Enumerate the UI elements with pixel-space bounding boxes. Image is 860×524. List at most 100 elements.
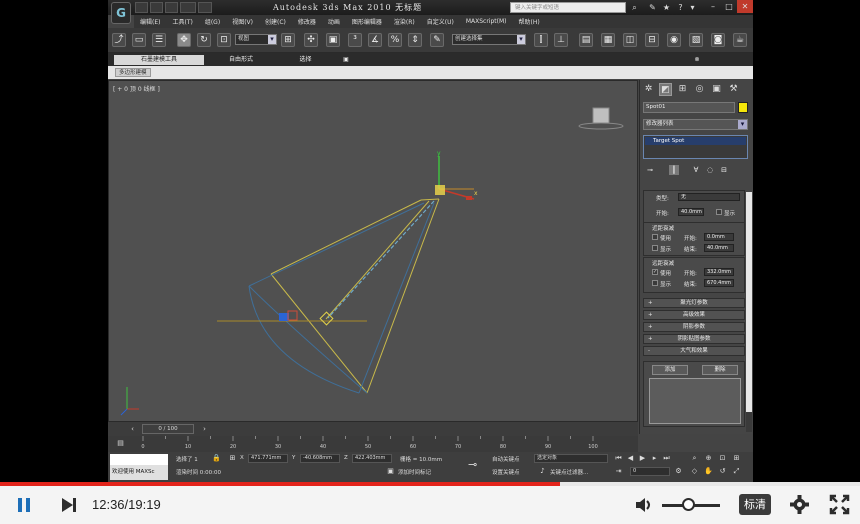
select-object-icon[interactable]: ▭: [132, 33, 146, 47]
object-name-field[interactable]: Spot01: [643, 102, 735, 113]
tab-object-paint[interactable]: ▣: [336, 55, 356, 65]
render-production-icon[interactable]: ☕: [733, 33, 747, 47]
near-use-checkbox[interactable]: [652, 234, 658, 240]
new-file-icon[interactable]: [135, 2, 148, 13]
menu-rendering[interactable]: 渲染(R): [388, 17, 421, 26]
menu-edit[interactable]: 编辑(E): [134, 17, 166, 26]
far-use-checkbox[interactable]: ✓: [652, 269, 658, 275]
tab-freeform[interactable]: 自由形式: [206, 55, 276, 65]
set-key-icon[interactable]: ⊸: [468, 459, 477, 470]
orbit-icon[interactable]: ↺: [718, 467, 727, 476]
minimize-icon[interactable]: –: [705, 0, 721, 13]
layer-manager-icon[interactable]: ▤: [579, 33, 593, 47]
create-tab-icon[interactable]: ✲: [642, 83, 655, 96]
reference-coord-dropdown[interactable]: 视图: [235, 34, 277, 45]
manipulate-icon[interactable]: ✣: [304, 33, 318, 47]
key-mode-icon[interactable]: ⇥: [614, 467, 623, 476]
search-input[interactable]: 键入关键字或短语: [510, 2, 626, 13]
key-filters-button[interactable]: 关键点过滤器...: [550, 468, 588, 476]
menu-animation[interactable]: 动画: [322, 17, 346, 26]
auto-key-button[interactable]: 自动关键点: [492, 455, 520, 463]
snap-toggle-icon[interactable]: ³: [348, 33, 362, 47]
modify-tab-icon[interactable]: ◩: [659, 83, 672, 96]
angle-snap-icon[interactable]: ∡: [368, 33, 382, 47]
percent-snap-icon[interactable]: %: [388, 33, 402, 47]
field-of-view-icon[interactable]: ◇: [690, 467, 699, 476]
scrollbar-thumb[interactable]: [746, 192, 752, 412]
zoom-extents-icon[interactable]: ⊡: [718, 454, 727, 463]
mini-curve-editor-icon[interactable]: ▤: [116, 439, 125, 448]
hierarchy-tab-icon[interactable]: ⊞: [676, 83, 689, 96]
zoom-extents-all-icon[interactable]: ⊞: [732, 454, 741, 463]
settings-gear-icon[interactable]: [789, 494, 810, 515]
current-frame-field[interactable]: 0: [630, 467, 670, 476]
make-unique-icon[interactable]: ∀: [691, 165, 701, 175]
utilities-tab-icon[interactable]: ⚒: [727, 83, 740, 96]
go-to-end-icon[interactable]: ⏭: [662, 454, 671, 463]
rendered-frame-icon[interactable]: ◙: [711, 33, 725, 47]
rollout-shadow-params[interactable]: + 阴影参数: [643, 322, 745, 332]
x-coordinate-field[interactable]: 471.771mm: [248, 454, 288, 463]
far-start-spinner[interactable]: 332.0mm: [704, 268, 734, 276]
polygon-modeling-button[interactable]: 多边形建模: [115, 68, 151, 77]
quality-button[interactable]: 标清: [739, 494, 771, 515]
next-frame-arrow-icon[interactable]: ›: [200, 425, 209, 434]
remove-modifier-icon[interactable]: ◌: [705, 165, 715, 175]
set-key-button[interactable]: 设置关键点: [492, 468, 520, 476]
select-link-icon[interactable]: ⤴: [112, 33, 126, 47]
show-checkbox[interactable]: [716, 209, 722, 215]
key-filters-icon[interactable]: ♪: [538, 467, 547, 476]
volume-knob[interactable]: [682, 498, 696, 511]
time-slider-thumb[interactable]: 0 / 100: [142, 424, 194, 434]
modifier-list-dropdown[interactable]: 修改器列表: [643, 119, 748, 130]
help-icon[interactable]: ?: [676, 3, 685, 12]
viewport-label[interactable]: [ + 0 顶 0 线框 ]: [113, 84, 160, 93]
near-show-checkbox[interactable]: [652, 245, 658, 251]
delete-effect-button[interactable]: 删除: [702, 365, 738, 375]
pin-stack-icon[interactable]: ⊸: [645, 165, 655, 175]
tab-selection[interactable]: 选择: [278, 55, 333, 65]
key-selection-dropdown[interactable]: 选定对象: [534, 454, 608, 463]
previous-frame-icon[interactable]: ◀: [626, 454, 635, 463]
select-by-name-icon[interactable]: ☰: [152, 33, 166, 47]
effects-list[interactable]: [649, 378, 741, 424]
search-icon[interactable]: ⌕: [630, 3, 639, 12]
select-scale-icon[interactable]: ⊡: [217, 33, 231, 47]
viewcube[interactable]: [578, 107, 624, 130]
stack-item-target-spot[interactable]: Target Spot: [645, 137, 746, 145]
menu-group[interactable]: 组(G): [199, 17, 226, 26]
far-end-spinner[interactable]: 670.4mm: [704, 279, 734, 287]
play-icon[interactable]: ▶: [638, 454, 647, 463]
spinner-snap-icon[interactable]: ⇕: [408, 33, 422, 47]
open-file-icon[interactable]: [150, 2, 163, 13]
fullscreen-icon[interactable]: [829, 494, 850, 515]
menu-views[interactable]: 视图(V): [226, 17, 259, 26]
pause-button[interactable]: [14, 495, 34, 515]
y-coordinate-field[interactable]: -40.608mm: [300, 454, 340, 463]
near-end-spinner[interactable]: 40.0mm: [704, 244, 734, 252]
tab-graphite-modeling[interactable]: 石墨建模工具: [114, 55, 204, 65]
maxscript-input[interactable]: [110, 454, 168, 465]
rollout-atmospheres-effects[interactable]: - 大气和效果: [643, 346, 745, 356]
rollout-spotlight-params[interactable]: + 聚光灯参数: [643, 298, 745, 308]
schematic-view-icon[interactable]: ⊟: [645, 33, 659, 47]
graphite-toggle-icon[interactable]: ▦: [601, 33, 615, 47]
menu-modifiers[interactable]: 修改器: [292, 17, 322, 26]
named-selection-dropdown[interactable]: 创建选择集: [452, 34, 526, 45]
z-coordinate-field[interactable]: 422.403mm: [352, 454, 392, 463]
undo-icon[interactable]: [180, 2, 196, 13]
viewport-canvas[interactable]: y x: [109, 81, 639, 423]
start-spinner[interactable]: 40.0mm: [678, 208, 704, 216]
add-time-tag-button[interactable]: 添加时间标记: [398, 468, 431, 476]
favorites-icon[interactable]: ★: [662, 3, 671, 12]
maximize-viewport-icon[interactable]: ⤢: [732, 467, 741, 476]
command-panel-scrollbar[interactable]: [746, 192, 752, 432]
app-logo[interactable]: G: [111, 2, 131, 24]
align-icon[interactable]: ⊥: [554, 33, 568, 47]
menu-maxscript[interactable]: MAXScript(M): [460, 18, 513, 25]
motion-tab-icon[interactable]: ◎: [693, 83, 706, 96]
add-effect-button[interactable]: 添加: [652, 365, 688, 375]
menu-create[interactable]: 创建(C): [259, 17, 292, 26]
rollout-shadow-map-params[interactable]: + 阴影贴图参数: [643, 334, 745, 344]
rollout-advanced-effects[interactable]: + 高级效果: [643, 310, 745, 320]
